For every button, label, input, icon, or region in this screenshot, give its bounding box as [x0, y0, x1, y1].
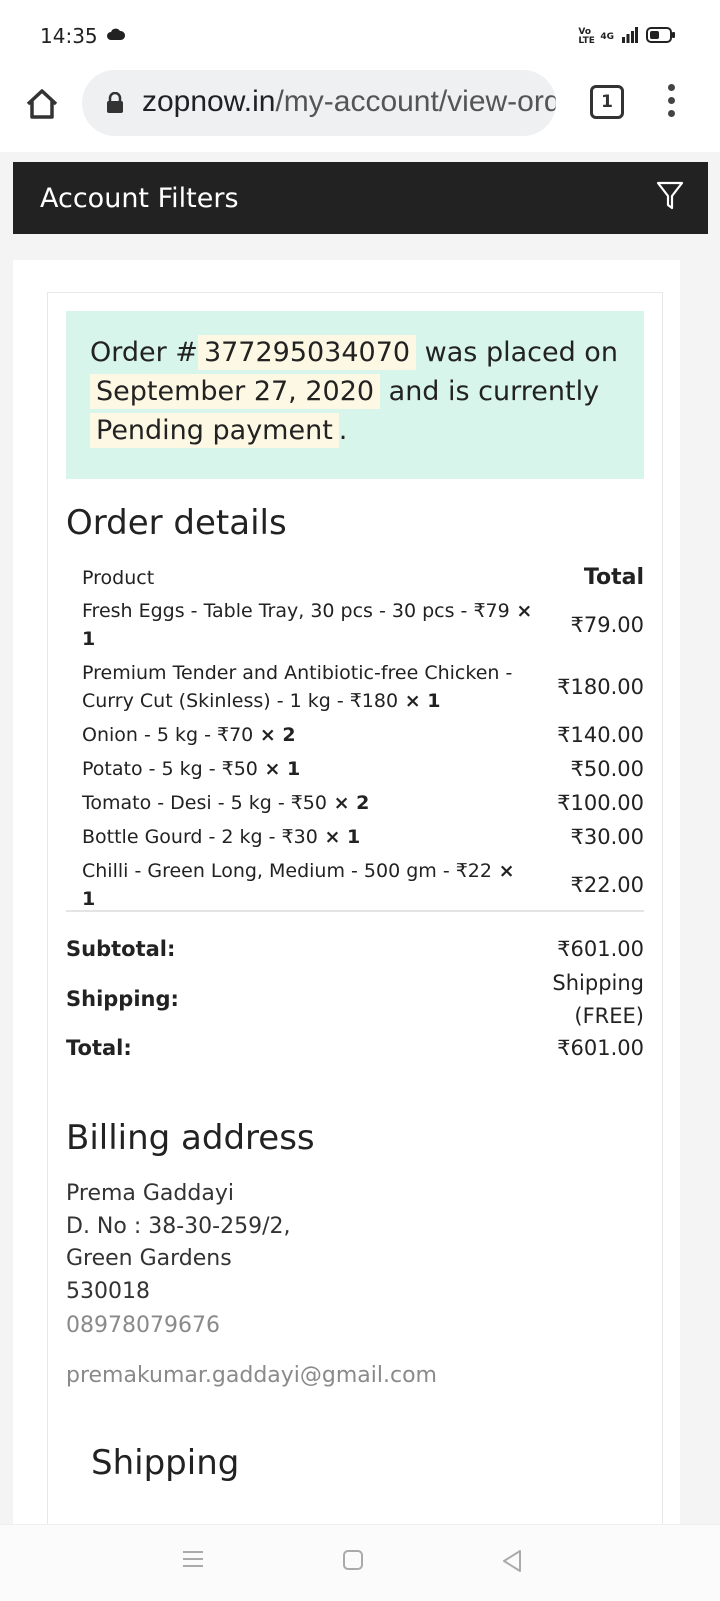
system-nav-bar: [0, 1524, 720, 1601]
billing-phone[interactable]: 08978079676: [66, 1310, 291, 1343]
order-number: 377295034070: [197, 335, 417, 370]
home-icon[interactable]: [22, 84, 62, 124]
battery-icon: [646, 26, 676, 48]
billing-address-title: Billing address: [66, 1118, 315, 1158]
more-vert-icon[interactable]: [664, 84, 678, 120]
cloud-icon: [106, 26, 126, 45]
page-content: Account Filters Order #377295034070 was …: [0, 152, 720, 1524]
order-text-mid1: was placed on: [416, 337, 618, 368]
billing-line2: Green Gardens: [66, 1246, 232, 1271]
url-path: /my-account/view-order/: [275, 85, 556, 118]
product-qty: × 2: [327, 792, 370, 814]
subtotal-value: ₹601.00: [557, 937, 644, 961]
order-date: September 27, 2020: [90, 374, 381, 409]
network-type-label: 4G: [600, 32, 614, 42]
product-name-text: Onion - 5 kg - ₹70: [82, 724, 254, 746]
table-row: Onion - 5 kg - ₹70 × 2 ₹140.00: [82, 718, 644, 752]
billing-postcode: 530018: [66, 1278, 150, 1304]
billing-name: Prema Gaddayi: [66, 1181, 234, 1206]
order-items-table: Product Total Fresh Eggs - Table Tray, 3…: [82, 561, 644, 916]
browser-toolbar: zopnow.in/my-account/view-order/ 1: [0, 68, 720, 152]
address-bar[interactable]: zopnow.in/my-account/view-order/: [82, 70, 556, 136]
volte-icon: Vo LTE: [578, 27, 595, 46]
account-content-card: Order #377295034070 was placed on Septem…: [13, 260, 680, 1524]
product-name: Onion - 5 kg - ₹70 × 2: [82, 718, 534, 752]
product-qty: × 2: [253, 724, 296, 746]
total-value: ₹601.00: [557, 1036, 644, 1060]
table-row: Fresh Eggs - Table Tray, 30 pcs - 30 pcs…: [82, 594, 644, 656]
table-header-row: Product Total: [82, 561, 644, 594]
column-header-product: Product: [82, 566, 155, 589]
billing-email[interactable]: premakumar.gaddayi@gmail.com: [66, 1363, 437, 1388]
product-name-text: Premium Tender and Antibiotic-free Chick…: [82, 662, 513, 712]
product-name-text: Potato - 5 kg - ₹50: [82, 758, 258, 780]
billing-line1: D. No : 38-30-259/2,: [66, 1213, 291, 1239]
table-row: Chilli - Green Long, Medium - 500 gm - ₹…: [82, 854, 644, 916]
product-name: Premium Tender and Antibiotic-free Chick…: [82, 656, 534, 718]
status-time: 14:35: [40, 24, 98, 48]
signal-icon: [622, 27, 638, 47]
product-name: Chilli - Green Long, Medium - 500 gm - ₹…: [82, 854, 534, 916]
status-icons: Vo LTE 4G: [578, 26, 676, 48]
url-text[interactable]: zopnow.in/my-account/view-order/: [142, 85, 556, 119]
product-total: ₹50.00: [570, 757, 644, 781]
recents-menu-icon[interactable]: [182, 1549, 204, 1573]
product-total: ₹180.00: [557, 675, 644, 699]
product-name-text: Tomato - Desi - 5 kg - ₹50: [82, 792, 327, 814]
account-filters-label: Account Filters: [40, 183, 239, 214]
account-filters-bar[interactable]: Account Filters: [13, 162, 708, 234]
url-host: zopnow.in: [142, 85, 276, 118]
table-row: Tomato - Desi - 5 kg - ₹50 × 2 ₹100.00: [82, 786, 644, 820]
back-triangle-icon[interactable]: [500, 1549, 524, 1577]
shipping-value-line2: (FREE): [574, 1004, 644, 1028]
tabs-icon[interactable]: 1: [590, 85, 624, 119]
order-status-notice: Order #377295034070 was placed on Septem…: [66, 311, 644, 479]
product-total: ₹140.00: [557, 723, 644, 747]
totals-divider: [66, 910, 644, 912]
table-row: Bottle Gourd - 2 kg - ₹30 × 1 ₹30.00: [82, 820, 644, 854]
product-name-text: Chilli - Green Long, Medium - 500 gm - ₹…: [82, 860, 492, 882]
home-square-icon[interactable]: [342, 1549, 364, 1575]
product-name-text: Fresh Eggs - Table Tray, 30 pcs - 30 pcs…: [82, 600, 510, 622]
product-qty: × 1: [317, 826, 361, 848]
product-qty: × 1: [398, 690, 441, 712]
product-name-text: Bottle Gourd - 2 kg - ₹30: [82, 826, 318, 848]
shipping-label: Shipping:: [66, 987, 179, 1011]
product-total: ₹100.00: [557, 791, 644, 815]
order-status-text: Order #377295034070 was placed on Septem…: [90, 333, 630, 450]
subtotal-label: Subtotal:: [66, 937, 176, 961]
product-total: ₹30.00: [570, 825, 644, 849]
product-qty: × 1: [257, 758, 301, 780]
column-header-total: Total: [583, 565, 644, 590]
total-label: Total:: [66, 1036, 132, 1060]
product-name: Bottle Gourd - 2 kg - ₹30 × 1: [82, 820, 534, 854]
product-total: ₹22.00: [570, 873, 644, 897]
order-status: Pending payment: [90, 413, 339, 448]
filter-icon[interactable]: [656, 180, 684, 216]
order-text-suffix: .: [338, 415, 348, 446]
product-name: Fresh Eggs - Table Tray, 30 pcs - 30 pcs…: [82, 594, 534, 656]
lock-icon: [106, 91, 124, 118]
order-details-title: Order details: [66, 503, 287, 543]
product-name: Tomato - Desi - 5 kg - ₹50 × 2: [82, 786, 534, 820]
order-card: Order #377295034070 was placed on Septem…: [47, 292, 663, 1524]
product-total: ₹79.00: [570, 613, 644, 637]
table-row: Potato - 5 kg - ₹50 × 1 ₹50.00: [82, 752, 644, 786]
billing-address-block: Prema Gaddayi D. No : 38-30-259/2, Green…: [66, 1178, 291, 1343]
product-name: Potato - 5 kg - ₹50 × 1: [82, 752, 534, 786]
shipping-title: Shipping: [91, 1443, 240, 1483]
status-bar: 14:35 Vo LTE 4G: [0, 0, 720, 68]
shipping-value-line1: Shipping: [552, 971, 644, 995]
order-text-mid2: and is currently: [380, 376, 600, 407]
table-row: Premium Tender and Antibiotic-free Chick…: [82, 656, 644, 718]
order-prefix: Order #: [90, 337, 198, 368]
